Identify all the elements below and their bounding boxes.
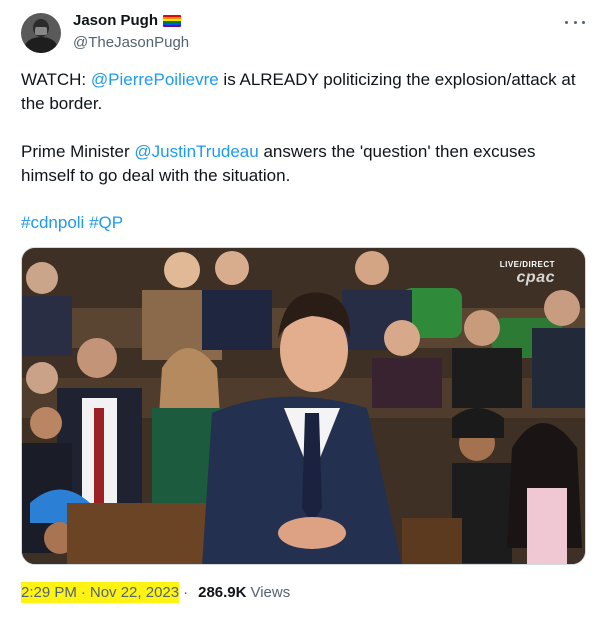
cpac-logo: cpac	[516, 269, 555, 286]
views-count[interactable]: 286.9K	[198, 584, 246, 601]
text-segment: WATCH:	[21, 70, 91, 89]
tweet-date: Nov 22, 2023	[89, 584, 180, 601]
rainbow-flag-icon	[163, 14, 182, 27]
tweet-text-paragraph-1: WATCH: @PierrePoilievre is ALREADY polit…	[21, 68, 591, 116]
tweet: Jason Pugh @TheJasonPugh WATCH: @PierreP…	[0, 0, 603, 617]
hashtag-link[interactable]: #QP	[89, 213, 123, 232]
video-frame	[22, 248, 585, 564]
timestamp-highlight[interactable]: 2:29 PM · Nov 22, 2023	[21, 582, 180, 603]
mention-link[interactable]: @JustinTrudeau	[134, 142, 258, 161]
separator: ·	[80, 584, 86, 601]
mention-link[interactable]: @PierrePoilievre	[91, 70, 219, 89]
live-badge: LIVE/DIRECT cpac	[500, 260, 555, 287]
text-segment: Prime Minister	[21, 142, 135, 161]
live-label: LIVE/DIRECT	[499, 260, 555, 269]
more-options-icon[interactable]	[565, 12, 585, 32]
hashtag-link[interactable]: #cdnpoli	[21, 213, 84, 232]
views-label: Views	[250, 584, 291, 601]
author-handle[interactable]: @TheJasonPugh	[73, 34, 189, 51]
tweet-text-paragraph-2: Prime Minister @JustinTrudeau answers th…	[21, 140, 591, 188]
tweet-video[interactable]: LIVE/DIRECT cpac	[21, 247, 586, 565]
tweet-hashtags: #cdnpoli #QP	[21, 211, 591, 235]
separator: ·	[183, 584, 189, 601]
avatar[interactable]	[21, 13, 61, 53]
tweet-time: 2:29 PM	[21, 584, 77, 601]
tweet-footer: 2:29 PM · Nov 22, 2023 · 286.9K Views	[21, 582, 290, 603]
author-name[interactable]: Jason Pugh	[73, 12, 158, 29]
author-name-row: Jason Pugh	[73, 12, 182, 29]
